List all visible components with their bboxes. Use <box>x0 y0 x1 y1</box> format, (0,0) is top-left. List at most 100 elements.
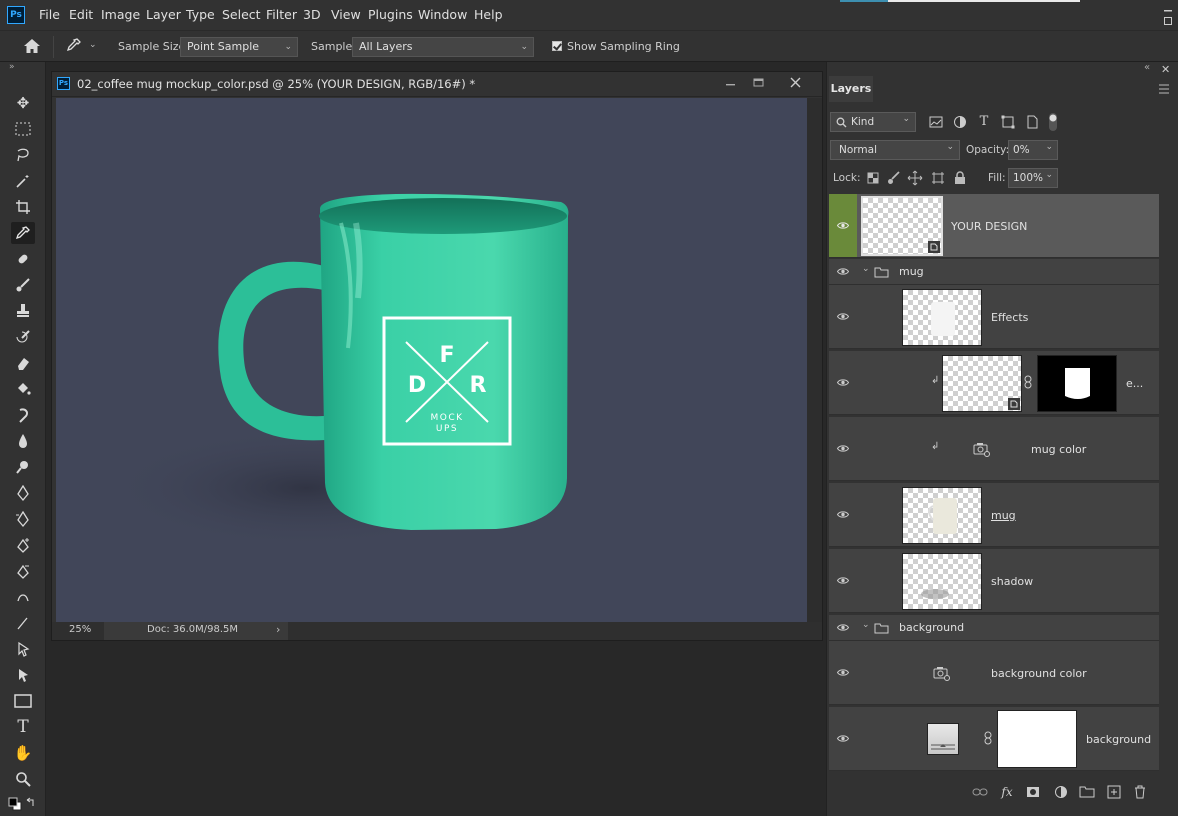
delete-anchor-icon[interactable] <box>11 560 35 582</box>
paint-bucket-icon[interactable] <box>11 378 35 400</box>
zoom-tool-icon[interactable] <box>11 768 35 790</box>
visibility-toggle[interactable] <box>829 417 857 480</box>
tab-layers[interactable]: Layers <box>829 76 873 102</box>
layer-row-background-color[interactable]: background color <box>829 641 1159 705</box>
menu-layer[interactable]: Layer <box>146 0 181 30</box>
menu-file[interactable]: File <box>39 0 60 30</box>
lock-move-icon[interactable] <box>907 170 923 186</box>
visibility-toggle[interactable] <box>829 351 857 414</box>
layer-mask-thumbnail[interactable] <box>997 710 1077 768</box>
lock-artboard-icon[interactable] <box>930 170 946 186</box>
add-anchor-icon[interactable] <box>11 534 35 556</box>
doc-info-box[interactable]: Doc: 36.0M/98.5M › <box>104 622 288 640</box>
maximize-icon[interactable] <box>752 76 766 90</box>
blur-tool-icon[interactable] <box>11 404 35 426</box>
link-icon[interactable] <box>1024 375 1032 389</box>
layer-mask-thumbnail[interactable] <box>1037 355 1117 412</box>
home-icon[interactable] <box>23 38 41 54</box>
opacity-field[interactable]: 0% ⌄ <box>1008 140 1058 160</box>
crop-tool-icon[interactable] <box>11 196 35 218</box>
layer-thumbnail[interactable] <box>942 355 1022 412</box>
sample-dropdown[interactable]: All Layers ⌄ <box>352 37 534 57</box>
layer-row-shadow[interactable]: shadow <box>829 549 1159 613</box>
menu-image[interactable]: Image <box>101 0 140 30</box>
menu-type[interactable]: Type <box>186 0 215 30</box>
menu-filter[interactable]: Filter <box>266 0 297 30</box>
filter-toggle-icon[interactable] <box>1048 112 1058 132</box>
expand-panel-icon[interactable]: » <box>9 62 15 72</box>
eyedropper-tool-icon[interactable] <box>11 222 35 244</box>
menu-3d[interactable]: 3D <box>303 0 321 30</box>
fill-field[interactable]: 100% ⌄ <box>1008 168 1058 188</box>
layer-row-mug-color[interactable]: ↲ mug color <box>829 417 1159 481</box>
visibility-toggle[interactable] <box>829 285 857 348</box>
direct-selection-icon[interactable] <box>11 638 35 660</box>
filter-shape-icon[interactable] <box>1000 114 1016 130</box>
color-swatches-icon[interactable] <box>8 796 38 812</box>
eyedropper-icon[interactable] <box>64 37 82 55</box>
selection-arrow-icon[interactable] <box>11 664 35 686</box>
filter-pixel-icon[interactable] <box>928 114 944 130</box>
zoom-level[interactable]: 25% <box>69 624 91 635</box>
layer-row-background[interactable]: background <box>829 707 1159 771</box>
filter-type-icon[interactable]: T <box>976 114 992 130</box>
filter-adjustment-icon[interactable] <box>952 114 968 130</box>
layer-group-background[interactable]: ⌄ background <box>829 615 1159 641</box>
convert-point-icon[interactable] <box>11 586 35 608</box>
marquee-tool-icon[interactable] <box>11 118 35 140</box>
healing-brush-icon[interactable] <box>11 248 35 270</box>
menu-window[interactable]: Window <box>418 0 467 30</box>
visibility-toggle[interactable] <box>829 615 857 640</box>
visibility-toggle[interactable] <box>829 549 857 612</box>
panel-menu-icon[interactable] <box>1158 84 1170 94</box>
sample-size-dropdown[interactable]: Point Sample ⌄ <box>180 37 298 57</box>
lock-brush-icon[interactable] <box>886 170 902 186</box>
move-tool-icon[interactable]: ✥ <box>11 92 35 114</box>
add-mask-icon[interactable] <box>1025 784 1041 800</box>
adjustment-camera-icon[interactable] <box>973 441 991 457</box>
layer-row-effects[interactable]: Effects <box>829 285 1159 349</box>
history-brush-icon[interactable] <box>11 326 35 348</box>
maximize-icon[interactable] <box>1163 16 1173 26</box>
visibility-toggle[interactable] <box>829 707 857 770</box>
dodge-tool-icon[interactable] <box>11 456 35 478</box>
lock-transparent-icon[interactable] <box>865 170 881 186</box>
lasso-tool-icon[interactable] <box>11 144 35 166</box>
type-tool-icon[interactable]: T <box>11 716 35 738</box>
filter-kind-dropdown[interactable]: Kind ⌄ <box>830 112 916 132</box>
collapse-panel-icon[interactable]: « <box>1144 62 1150 73</box>
path-selection-icon[interactable] <box>11 612 35 634</box>
adjustment-camera-icon[interactable] <box>933 665 951 681</box>
sharpen-tool-icon[interactable] <box>11 430 35 452</box>
new-group-icon[interactable] <box>1079 784 1095 800</box>
minimize-icon[interactable] <box>724 78 738 90</box>
new-adjustment-icon[interactable] <box>1053 784 1069 800</box>
layer-row-your-design[interactable]: YOUR DESIGN <box>829 194 1159 258</box>
chevron-right-icon[interactable]: › <box>276 623 280 636</box>
menu-edit[interactable]: Edit <box>69 0 93 30</box>
pen-tool-icon[interactable] <box>11 482 35 504</box>
layer-thumbnail[interactable] <box>902 487 982 544</box>
fx-icon[interactable]: fx <box>999 784 1015 800</box>
trash-icon[interactable] <box>1132 784 1148 800</box>
close-icon[interactable] <box>789 76 803 90</box>
hand-tool-icon[interactable]: ✋ <box>11 742 35 764</box>
lock-all-icon[interactable] <box>952 170 968 186</box>
link-icon[interactable] <box>984 731 992 745</box>
freeform-pen-icon[interactable] <box>11 508 35 530</box>
eraser-tool-icon[interactable] <box>11 352 35 374</box>
menu-select[interactable]: Select <box>222 0 261 30</box>
layer-thumbnail[interactable] <box>861 196 943 256</box>
rectangle-tool-icon[interactable] <box>11 690 35 712</box>
gradient-fill-thumbnail[interactable] <box>927 723 959 755</box>
visibility-toggle[interactable] <box>829 641 857 704</box>
close-panel-icon[interactable]: ✕ <box>1161 63 1170 76</box>
layer-thumbnail[interactable] <box>902 553 982 610</box>
layer-thumbnail[interactable] <box>902 289 982 346</box>
vertical-scrollbar[interactable] <box>807 98 822 622</box>
canvas[interactable]: F D R MOCK UPS <box>56 98 807 622</box>
brush-tool-icon[interactable] <box>11 274 35 296</box>
new-layer-icon[interactable] <box>1106 784 1122 800</box>
layer-group-mug[interactable]: ⌄ mug <box>829 259 1159 285</box>
show-ring-checkbox[interactable] <box>552 41 562 51</box>
